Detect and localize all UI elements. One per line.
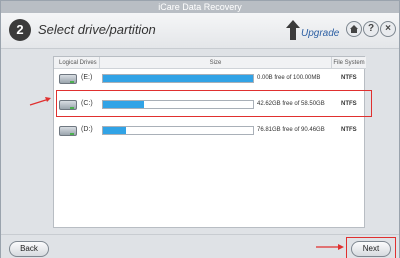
help-icon: ? <box>367 23 375 34</box>
app-window: iCare Data Recovery 2 Select drive/parti… <box>0 0 400 258</box>
home-icon <box>350 25 358 33</box>
drive-label: (E:) <box>81 74 93 81</box>
next-button[interactable]: Next <box>351 241 391 257</box>
drive-label: (D:) <box>81 126 93 133</box>
window-title: iCare Data Recovery <box>158 2 242 12</box>
help-button[interactable]: ? <box>363 21 379 37</box>
free-space-text: 0.00B free of 100.00MB <box>257 75 321 81</box>
title-bar: iCare Data Recovery <box>1 1 399 13</box>
drive-row-e[interactable]: (E:) 0.00B free of 100.00MB NTFS <box>54 67 364 91</box>
file-system-text: NTFS <box>341 127 357 133</box>
usage-bar <box>102 126 254 135</box>
usage-bar-fill <box>103 127 126 134</box>
hard-drive-icon <box>59 126 77 136</box>
annotation-arrow-icon <box>29 97 51 106</box>
header-bar: 2 Select drive/partition Upgrade ? × <box>1 13 399 49</box>
close-icon: × <box>385 23 391 34</box>
back-button[interactable]: Back <box>9 241 49 257</box>
close-button[interactable]: × <box>380 21 396 37</box>
usage-bar-fill <box>103 75 253 82</box>
step-badge: 2 <box>9 19 31 41</box>
upgrade-arrow-icon <box>286 20 300 40</box>
selection-highlight <box>56 90 372 117</box>
drive-list-panel: Logical Drives Size File System (E:) 0.0… <box>53 56 366 228</box>
annotation-arrow-icon <box>316 244 344 250</box>
upgrade-label: Upgrade <box>301 28 340 39</box>
free-space-text: 76.81GB free of 90.46GB <box>257 127 325 133</box>
file-system-text: NTFS <box>341 75 357 81</box>
home-button[interactable] <box>346 21 362 37</box>
drive-row-d[interactable]: (D:) 76.81GB free of 90.46GB NTFS <box>54 119 364 143</box>
page-title: Select drive/partition <box>38 22 156 37</box>
upgrade-button[interactable]: Upgrade <box>286 18 340 44</box>
hard-drive-icon <box>59 74 77 84</box>
usage-bar <box>102 74 254 83</box>
